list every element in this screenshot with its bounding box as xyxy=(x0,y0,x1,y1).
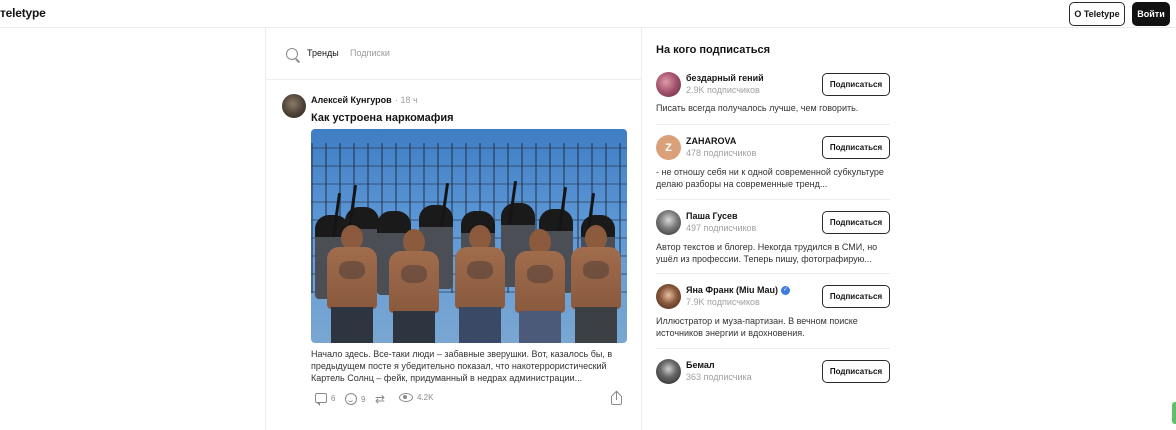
post-excerpt[interactable]: Начало здесь. Все-таки люди – забавные з… xyxy=(311,348,629,384)
author-subscribers: 2.9K подписчиков xyxy=(686,85,760,95)
views-counter: 4.2K xyxy=(399,393,433,402)
repost-icon: ⇄ xyxy=(375,392,386,406)
comment-icon xyxy=(315,393,327,406)
men-group xyxy=(311,225,627,343)
author-description: Автор текстов и блогер. Некогда трудился… xyxy=(656,242,878,264)
smile-icon xyxy=(345,393,357,405)
edge-widget-tab[interactable] xyxy=(1172,402,1176,424)
author-name[interactable]: Паша Гусев xyxy=(686,211,738,221)
author-description: - не отношу себя ни к одной современной … xyxy=(656,167,884,189)
author-name[interactable]: Бемал xyxy=(686,360,715,370)
subscribe-button[interactable]: Подписаться xyxy=(822,73,890,96)
search-icon[interactable] xyxy=(286,48,298,60)
subscribe-button[interactable]: Подписаться xyxy=(822,211,890,234)
post-time: · 18 ч xyxy=(395,95,418,105)
author-subscribers: 363 подписчика xyxy=(686,372,752,382)
feed-column: Тренды Подписки Алексей Кунгуров · 18 ч … xyxy=(265,28,642,430)
post-cover-image[interactable] xyxy=(311,129,627,343)
post-actions: 6 9 ⇄ 4.2K xyxy=(311,390,627,409)
login-button[interactable]: Войти xyxy=(1132,2,1170,26)
author-avatar[interactable] xyxy=(282,94,306,118)
author-avatar[interactable] xyxy=(656,359,681,384)
divider xyxy=(656,124,890,125)
author-name[interactable]: бездарный гений xyxy=(686,73,764,83)
feed-tabs: Тренды Подписки xyxy=(266,28,641,80)
divider xyxy=(656,199,890,200)
subscribe-button[interactable]: Подписаться xyxy=(822,360,890,383)
reactions-button[interactable]: 9 xyxy=(345,393,365,405)
divider xyxy=(656,348,890,349)
divider xyxy=(656,273,890,274)
author-avatar[interactable] xyxy=(656,72,681,97)
views-count: 4.2K xyxy=(417,393,434,402)
repost-button[interactable]: ⇄ xyxy=(375,393,385,405)
subscribe-button[interactable]: Подписаться xyxy=(822,136,890,159)
post-title[interactable]: Как устроена наркомафия xyxy=(311,112,454,124)
top-bar: тeletype О Teletype Войти xyxy=(0,0,1176,28)
comments-button[interactable]: 6 xyxy=(315,393,336,406)
share-icon[interactable] xyxy=(611,390,623,405)
post-author[interactable]: Алексей Кунгуров xyxy=(311,95,392,105)
author-avatar[interactable]: Z xyxy=(656,135,681,160)
author-subscribers: 7.9K подписчиков xyxy=(686,297,760,307)
author-name[interactable]: ZAHAROVA xyxy=(686,136,736,146)
author-subscribers: 497 подписчиков xyxy=(686,223,757,233)
tab-subscriptions[interactable]: Подписки xyxy=(350,48,390,58)
verified-badge-icon: ✓ xyxy=(781,285,791,295)
author-avatar[interactable] xyxy=(656,210,681,235)
author-description: Иллюстратор и муза-партизан. В вечном по… xyxy=(656,316,858,338)
reactions-count: 9 xyxy=(361,394,366,404)
eye-icon xyxy=(399,393,413,402)
subscribe-button[interactable]: Подписаться xyxy=(822,285,890,308)
author-avatar[interactable] xyxy=(656,284,681,309)
teletype-logo[interactable]: тeletype xyxy=(0,6,46,20)
author-name[interactable]: Яна Франк (Miu Mau) ✓ xyxy=(686,285,791,295)
sidebar-title: На кого подписаться xyxy=(656,44,771,56)
comments-count: 6 xyxy=(331,393,336,403)
author-subscribers: 478 подписчиков xyxy=(686,148,757,158)
author-description: Писать всегда получалось лучше, чем гово… xyxy=(656,103,859,113)
tab-trends[interactable]: Тренды xyxy=(307,48,339,58)
about-teletype-button[interactable]: О Teletype xyxy=(1069,2,1125,26)
